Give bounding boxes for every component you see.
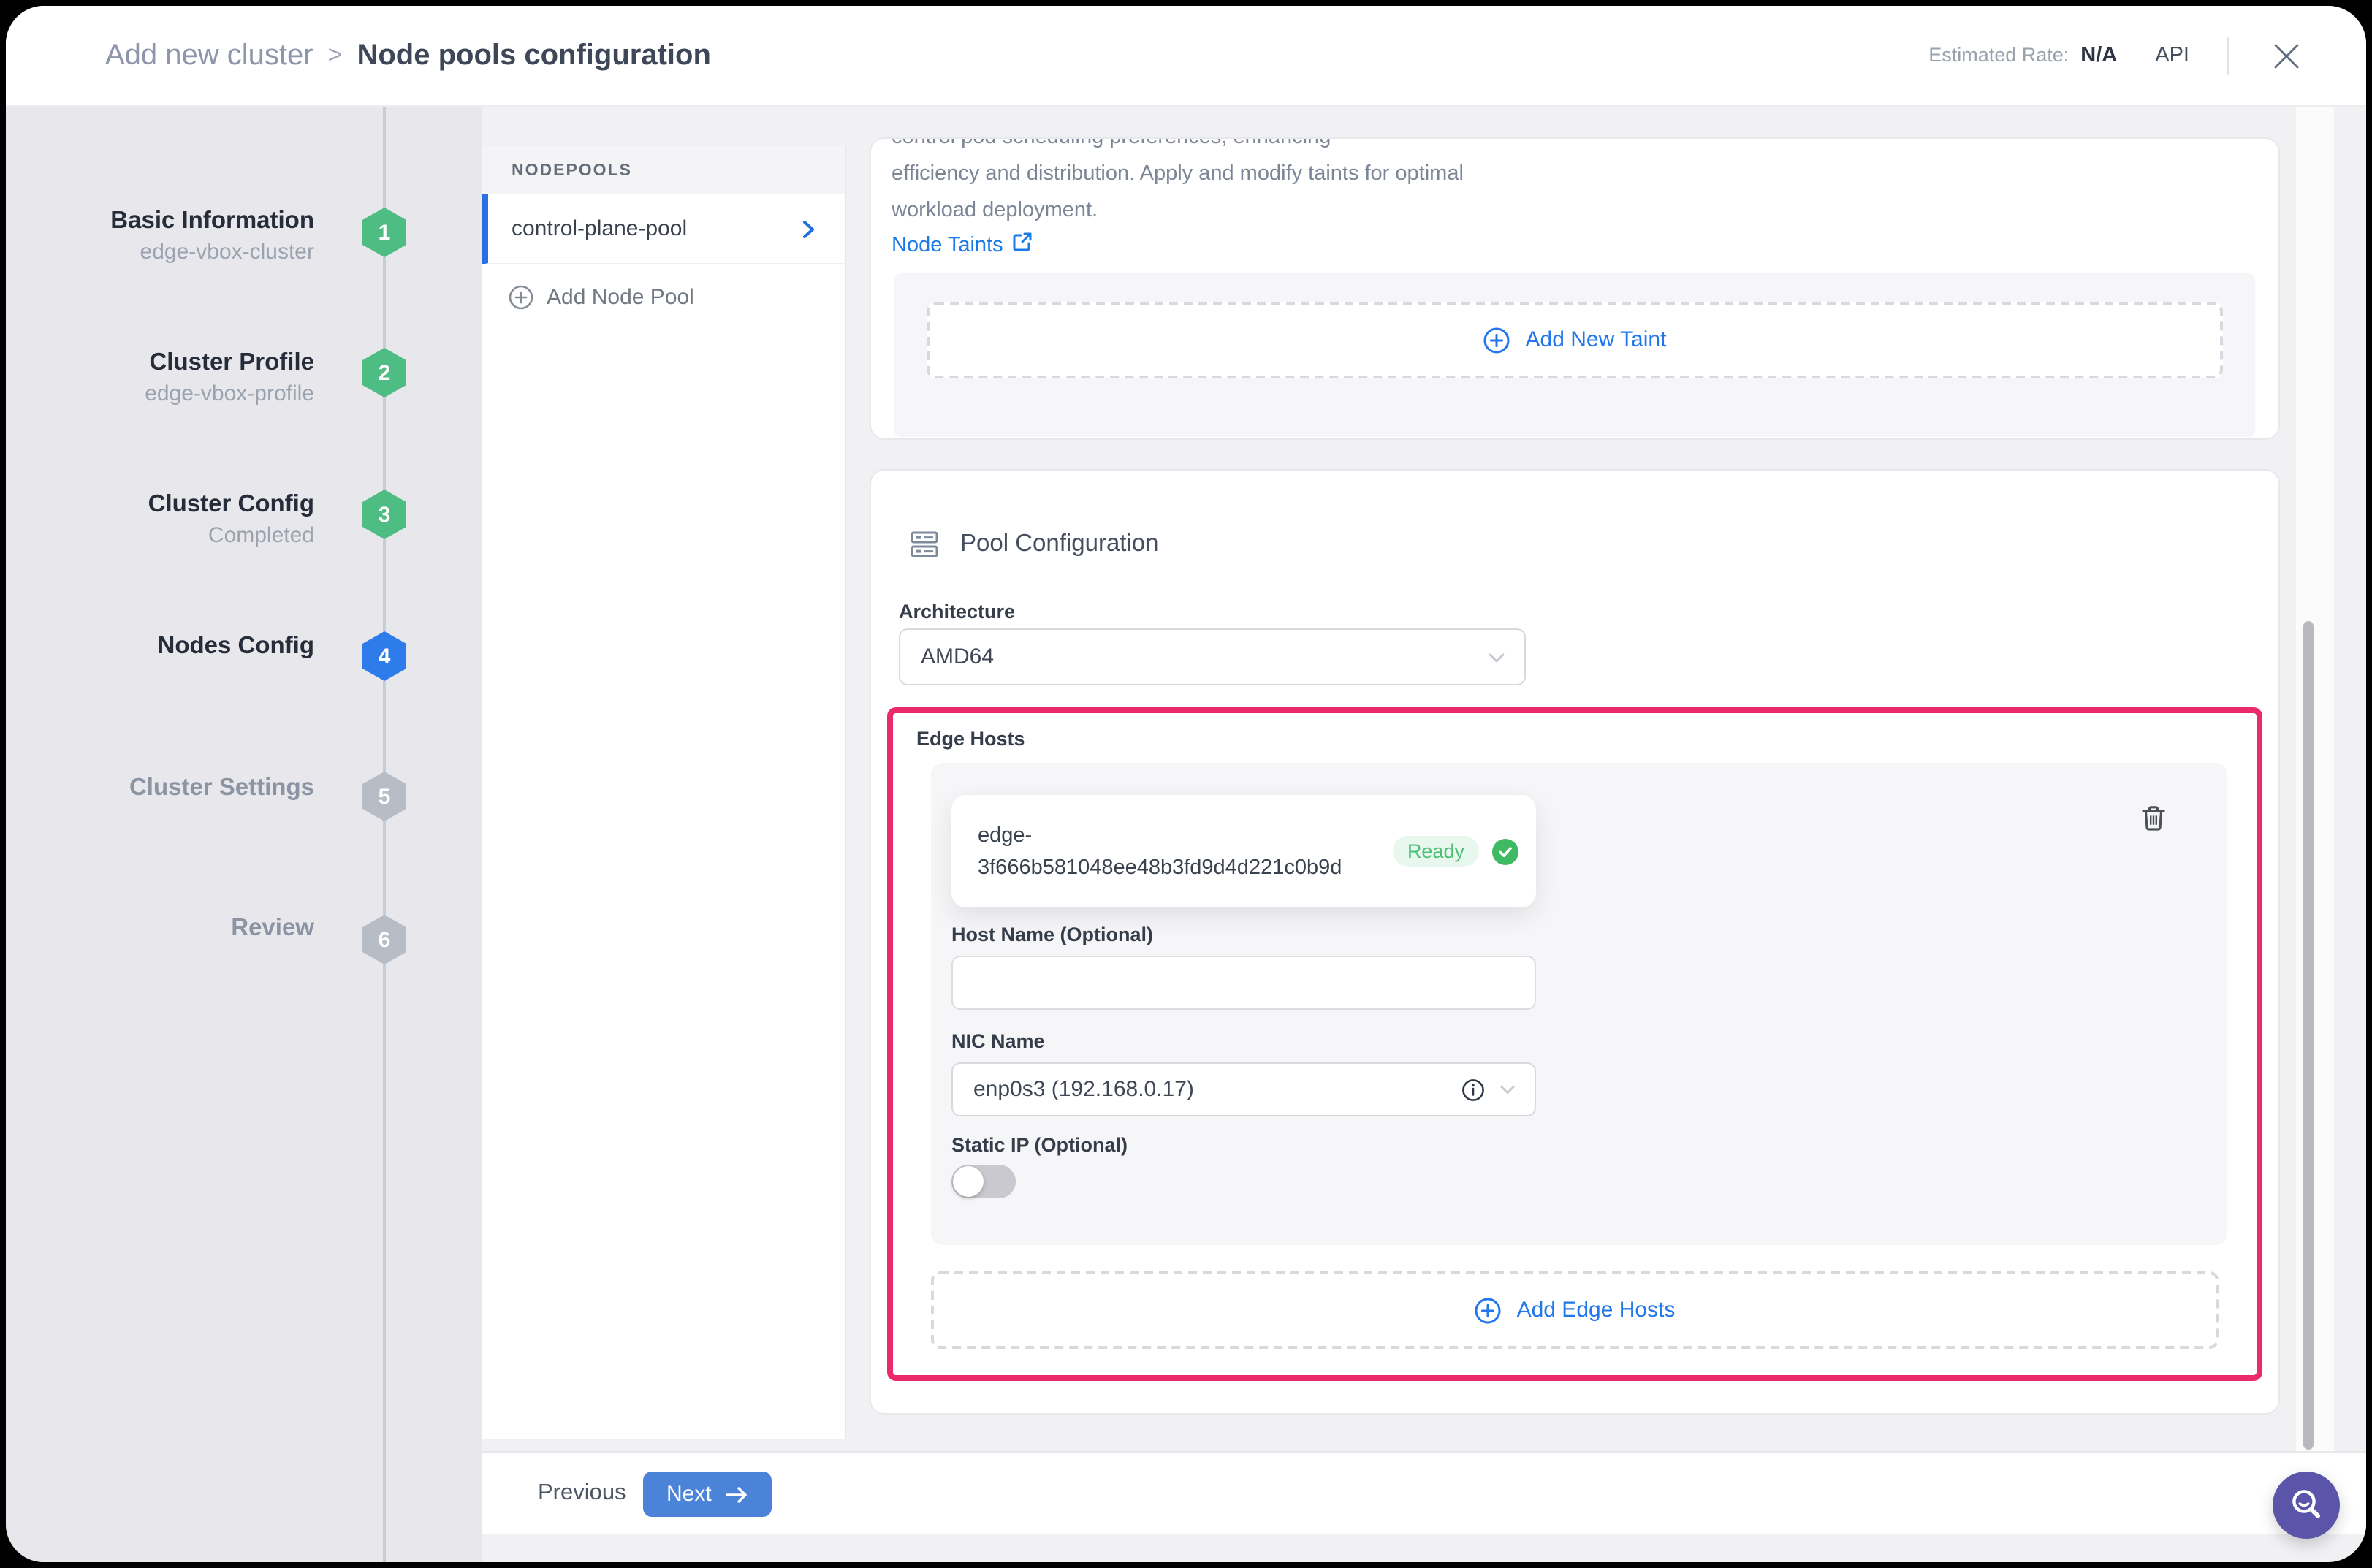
external-link-icon [1014,232,1033,257]
step-subtitle: edge-vbox-cluster [110,237,314,269]
magnifier-smile-icon [2287,1486,2325,1524]
vertical-scrollbar-thumb[interactable] [2303,621,2314,1450]
check-circle-icon [1492,838,1518,864]
info-icon[interactable] [1461,1078,1485,1101]
breadcrumb-separator-icon: > [328,41,343,70]
edge-hosts-label: Edge Hosts [916,728,2257,750]
step-title: Cluster Profile [145,346,314,378]
step-number-hexagon: 5 [362,772,406,821]
pool-configuration-card: Pool Configuration Architecture AMD64 Ed… [870,469,2280,1415]
next-button[interactable]: Next [643,1472,772,1517]
breadcrumb: Add new cluster > Node pools configurati… [6,39,711,72]
add-node-pool-button[interactable]: Add Node Pool [482,264,845,329]
host-name-label: Host Name (Optional) [951,924,2227,945]
step-subtitle: Completed [148,520,314,552]
architecture-select[interactable]: AMD64 [899,628,1526,685]
host-name-input[interactable] [951,956,1536,1010]
step-number-hexagon: 6 [362,915,406,964]
nic-name-value: enp0s3 (192.168.0.17) [973,1077,1194,1102]
nodepools-panel: NODEPOOLS control-plane-pool Add Node Po… [482,146,846,1439]
breadcrumb-parent[interactable]: Add new cluster [105,39,313,72]
add-node-pool-label: Add Node Pool [547,284,694,309]
main-content: control pod scheduling preferences, enha… [845,105,2366,1439]
step-title: Cluster Config [148,488,314,520]
edge-host-status: Ready [1393,836,1518,867]
pool-configuration-title: Pool Configuration [960,530,1159,558]
arrow-right-icon [725,1484,748,1504]
app-window: Add new cluster > Node pools configurati… [6,6,2366,1562]
step-number-hexagon: 2 [362,348,406,397]
next-button-label: Next [666,1482,712,1507]
vertical-scrollbar-track[interactable] [2296,105,2334,1451]
step-title: Basic Information [110,205,314,237]
chevron-right-icon [798,218,818,239]
edge-host-chip[interactable]: edge- 3f666b581048ee48b3fd9d4d221c0b9d R… [951,795,1536,907]
nodepool-item-control-plane-pool[interactable]: control-plane-pool [482,194,845,264]
step-subtitle: edge-vbox-profile [145,378,314,411]
header-actions: Estimated Rate: N/A API [1928,37,2366,75]
wizard-stepper-sidebar: Basic Information edge-vbox-cluster 1 Cl… [6,105,482,1562]
toggle-knob [953,1166,984,1197]
pool-configuration-header: Pool Configuration [909,529,2278,560]
architecture-label: Architecture [899,601,2278,623]
status-badge: Ready [1393,836,1479,867]
node-taints-card: control pod scheduling preferences, enha… [870,137,2280,440]
step-number-hexagon: 4 [362,631,406,681]
add-edge-hosts-button[interactable]: Add Edge Hosts [931,1271,2219,1349]
help-chat-button[interactable] [2273,1472,2340,1539]
plus-circle-icon [1483,327,1510,353]
nodepool-name: control-plane-pool [512,216,798,241]
step-number-hexagon: 3 [362,490,406,539]
add-new-taint-label: Add New Taint [1526,327,1667,352]
api-button[interactable]: API [2155,44,2189,67]
static-ip-label: Static IP (Optional) [951,1134,2227,1156]
taints-description-line3: workload deployment. [892,193,2258,229]
step-title: Cluster Settings [129,772,314,804]
chevron-down-icon [1498,1080,1517,1099]
nodepools-header: NODEPOOLS [482,146,845,194]
edge-host-id-line2: 3f666b581048ee48b3fd9d4d221c0b9d [978,856,1342,879]
wizard-footer: Previous Next [482,1451,2366,1534]
edge-host-id: edge- 3f666b581048ee48b3fd9d4d221c0b9d [978,819,1381,883]
nic-name-label: NIC Name [951,1030,2227,1052]
header-divider [2227,37,2229,75]
add-edge-hosts-label: Add Edge Hosts [1517,1298,1676,1322]
edge-host-id-line1: edge- [978,823,1032,847]
chevron-down-icon [1486,647,1507,667]
nic-name-select[interactable]: enp0s3 (192.168.0.17) [951,1062,1536,1116]
estimated-rate-label: Estimated Rate: [1928,44,2069,66]
edge-host-form-panel: edge- 3f666b581048ee48b3fd9d4d221c0b9d R… [931,763,2227,1245]
architecture-value: AMD64 [921,644,994,669]
step-title: Review [231,912,314,944]
taints-description-clipped-line: control pod scheduling preferences, enha… [892,139,2258,156]
plus-circle-icon [509,284,533,309]
taints-description-line2: efficiency and distribution. Apply and m… [892,156,2258,193]
wizard-header: Add new cluster > Node pools configurati… [6,6,2366,107]
static-ip-toggle[interactable] [951,1165,1016,1198]
node-taints-doc-link[interactable]: Node Taints [892,232,1033,257]
previous-button[interactable]: Previous [538,1453,626,1534]
node-taints-link-label: Node Taints [892,233,1003,256]
step-number-hexagon: 1 [362,208,406,257]
add-new-taint-button[interactable]: Add New Taint [927,302,2223,378]
server-rack-icon [909,529,940,560]
estimated-rate-value: N/A [2080,44,2117,67]
close-icon[interactable] [2267,37,2305,75]
plus-circle-icon [1475,1297,1501,1323]
stepper-connector-line [383,105,386,1562]
step-title: Nodes Config [158,630,315,662]
taints-list-panel: Add New Taint [894,273,2255,436]
delete-edge-host-icon[interactable] [2141,805,2166,831]
edge-hosts-highlighted-section: Edge Hosts edge- 3f666b581048ee48b3fd9d4… [887,707,2262,1381]
estimated-rate: Estimated Rate: N/A [1928,44,2117,67]
breadcrumb-current: Node pools configuration [357,39,710,72]
